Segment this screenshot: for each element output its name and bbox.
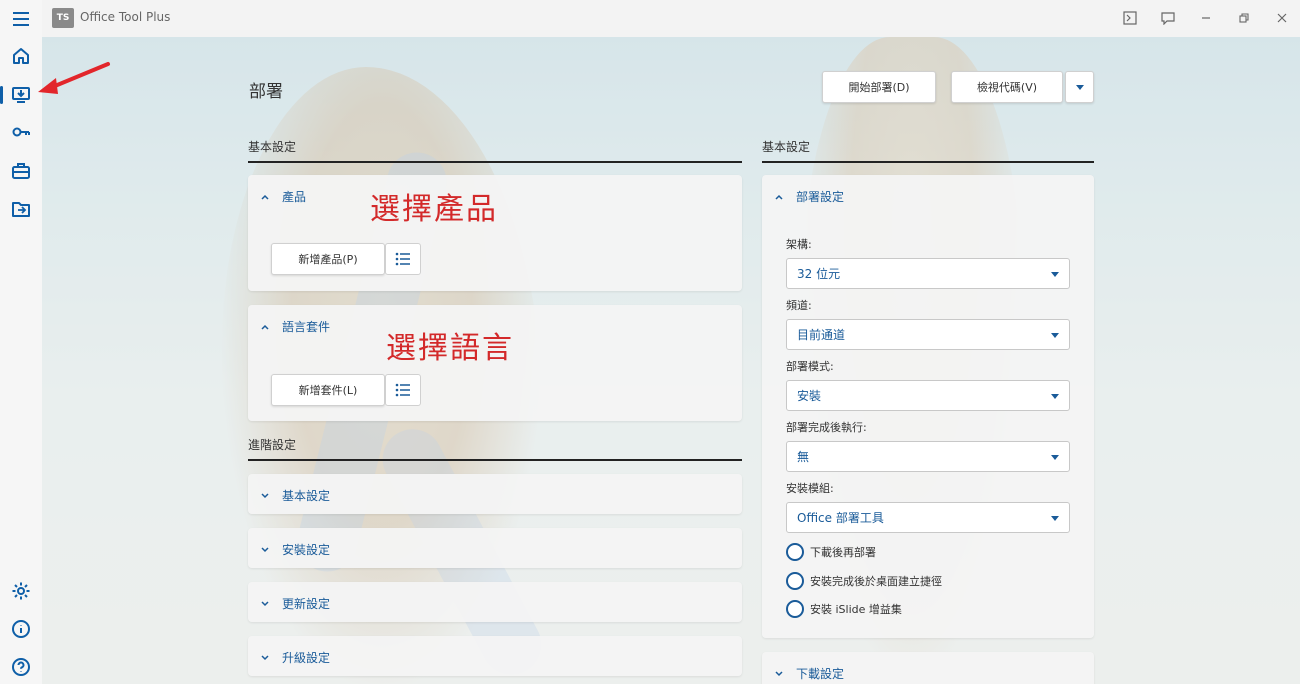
language-pack-title: 語言套件 — [282, 320, 331, 334]
left-nav — [0, 0, 42, 684]
caret-down-icon — [1051, 394, 1059, 399]
folder-import-icon[interactable] — [6, 194, 36, 224]
help-icon[interactable] — [6, 652, 36, 682]
option-label: 安裝完成後於桌面建立捷徑 — [810, 575, 942, 588]
channel-select[interactable]: 目前通道 — [786, 319, 1070, 350]
right-basic-settings-header: 基本設定 — [762, 138, 1094, 163]
install-module-value: Office 部署工具 — [797, 511, 884, 525]
annotation-arrow — [38, 62, 110, 94]
toolbox-icon[interactable] — [6, 156, 36, 186]
start-deploy-button[interactable]: 開始部署(D) — [822, 71, 936, 103]
chevron-down-icon — [260, 653, 270, 663]
architecture-select[interactable]: 32 位元 — [786, 258, 1070, 289]
chevron-down-icon — [774, 669, 784, 679]
deploy-settings-card: 部署設定 架構: 32 位元 頻道: 目前通道 部署模式: 安裝 部署完成後執行… — [762, 175, 1094, 638]
terminal-icon[interactable] — [1120, 8, 1140, 28]
post-deploy-select[interactable]: 無 — [786, 441, 1070, 472]
caret-down-icon — [1051, 516, 1059, 521]
advanced-item-label: 更新設定 — [282, 597, 331, 611]
deploy-mode-value: 安裝 — [797, 389, 822, 403]
key-icon[interactable] — [6, 117, 36, 147]
deploy-page: 部署 開始部署(D) 檢視代碼(V) 基本設定 產品 新增產品(P) 選擇產品 … — [0, 0, 1300, 684]
add-product-button[interactable]: 新增產品(P) — [271, 243, 385, 275]
feedback-icon[interactable] — [1158, 8, 1178, 28]
product-list-button[interactable] — [385, 243, 421, 275]
option-label: 下載後再部署 — [810, 546, 876, 559]
list-icon — [395, 383, 410, 397]
caret-down-icon — [1051, 455, 1059, 460]
advanced-item-label: 安裝設定 — [282, 543, 331, 557]
channel-value: 目前通道 — [797, 328, 846, 342]
deploy-settings-header[interactable]: 部署設定 — [774, 188, 844, 205]
radio-circle[interactable] — [786, 572, 804, 590]
advanced-item-label: 升級設定 — [282, 651, 331, 665]
option-desktop-shortcut[interactable]: 安裝完成後於桌面建立捷徑 — [786, 572, 942, 590]
download-settings-title: 下載設定 — [796, 667, 845, 681]
chevron-down-icon — [260, 599, 270, 609]
settings-icon[interactable] — [6, 576, 36, 606]
advanced-item-label: 基本設定 — [282, 489, 331, 503]
products-header[interactable]: 產品 — [260, 188, 306, 205]
chevron-up-icon — [260, 192, 270, 202]
upgrade-settings[interactable]: 升級設定 — [248, 636, 742, 676]
view-code-dropdown-button[interactable] — [1065, 71, 1094, 103]
language-pack-header[interactable]: 語言套件 — [260, 318, 330, 335]
post-deploy-label: 部署完成後執行: — [786, 421, 867, 434]
post-deploy-value: 無 — [797, 450, 810, 464]
architecture-value: 32 位元 — [797, 267, 841, 281]
option-install-islide[interactable]: 安裝 iSlide 增益集 — [786, 600, 902, 618]
advanced-basic-settings[interactable]: 基本設定 — [248, 474, 742, 514]
chevron-up-icon — [774, 192, 784, 202]
install-module-select[interactable]: Office 部署工具 — [786, 502, 1070, 533]
annotation-select-language: 選擇語言 — [386, 331, 514, 366]
language-pack-card: 語言套件 新增套件(L) 選擇語言 — [248, 305, 742, 421]
caret-down-icon — [1051, 272, 1059, 277]
chevron-down-icon — [260, 491, 270, 501]
advanced-settings-header: 進階設定 — [248, 436, 742, 461]
menu-icon[interactable] — [6, 4, 36, 34]
option-label: 安裝 iSlide 增益集 — [810, 603, 902, 616]
caret-down-icon — [1051, 333, 1059, 338]
chevron-up-icon — [260, 322, 270, 332]
deploy-settings-title: 部署設定 — [796, 190, 845, 204]
radio-circle[interactable] — [786, 600, 804, 618]
app-logo: TS — [52, 8, 74, 28]
architecture-label: 架構: — [786, 238, 812, 251]
list-icon — [395, 252, 410, 266]
radio-circle[interactable] — [786, 543, 804, 561]
option-deploy-after-download[interactable]: 下載後再部署 — [786, 543, 876, 561]
title-bar: TS Office Tool Plus — [0, 0, 1300, 37]
install-settings[interactable]: 安裝設定 — [248, 528, 742, 568]
restore-button[interactable] — [1234, 8, 1254, 28]
products-title: 產品 — [282, 190, 307, 204]
products-card: 產品 新增產品(P) 選擇產品 — [248, 175, 742, 291]
close-button[interactable] — [1272, 8, 1292, 28]
view-code-button[interactable]: 檢視代碼(V) — [951, 71, 1063, 103]
app-title: Office Tool Plus — [80, 10, 171, 24]
channel-label: 頻道: — [786, 299, 812, 312]
install-module-label: 安裝模組: — [786, 482, 834, 495]
info-icon[interactable] — [6, 614, 36, 644]
home-icon[interactable] — [6, 41, 36, 71]
update-settings[interactable]: 更新設定 — [248, 582, 742, 622]
add-language-pack-button[interactable]: 新增套件(L) — [271, 374, 385, 406]
minimize-button[interactable] — [1196, 8, 1216, 28]
left-basic-settings-header: 基本設定 — [248, 138, 742, 163]
caret-down-icon — [1075, 84, 1084, 90]
deploy-mode-label: 部署模式: — [786, 360, 834, 373]
language-list-button[interactable] — [385, 374, 421, 406]
page-title: 部署 — [249, 82, 283, 102]
deploy-icon[interactable] — [0, 80, 36, 110]
chevron-down-icon — [260, 545, 270, 555]
download-settings-card[interactable]: 下載設定 — [762, 652, 1094, 684]
deploy-mode-select[interactable]: 安裝 — [786, 380, 1070, 411]
annotation-select-product: 選擇產品 — [370, 192, 498, 227]
